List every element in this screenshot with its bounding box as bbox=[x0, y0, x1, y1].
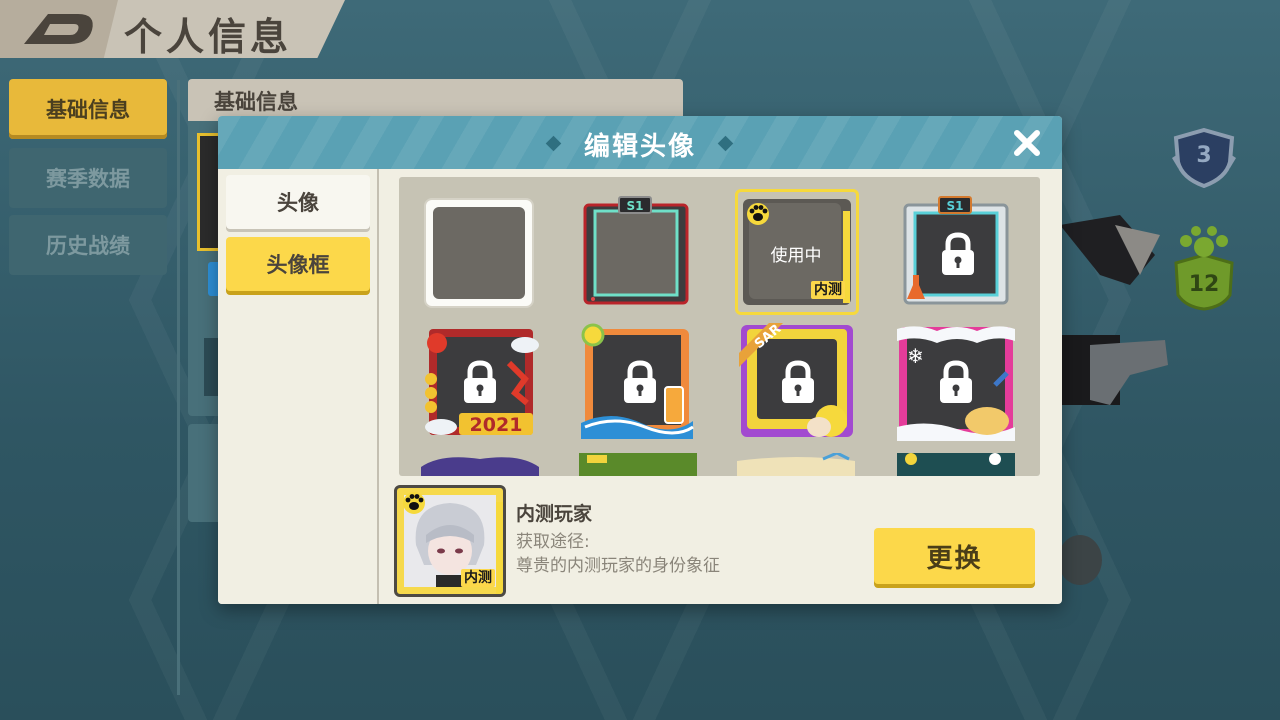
nav-basic-info[interactable]: 基础信息 bbox=[9, 79, 167, 139]
svg-text:S1: S1 bbox=[627, 199, 644, 213]
page-title: 个人信息 bbox=[124, 15, 293, 59]
paw-badge-icon bbox=[1174, 226, 1234, 311]
beige-frame-icon bbox=[737, 453, 855, 476]
frame-item-neice-selected[interactable]: 使用中 内测 bbox=[735, 189, 859, 315]
lock-icon bbox=[942, 232, 974, 275]
svg-text:❄: ❄ bbox=[907, 344, 924, 368]
frame-item-snow[interactable]: ❄ bbox=[897, 323, 1015, 441]
close-icon[interactable] bbox=[1012, 128, 1042, 158]
purple-frame-icon bbox=[421, 457, 539, 476]
lock-icon bbox=[782, 360, 814, 403]
frame-item-partial-green[interactable] bbox=[579, 453, 697, 476]
back-arrow-icon[interactable] bbox=[20, 8, 100, 50]
frame-item-sar[interactable]: SAR bbox=[739, 323, 857, 441]
frame-description: 尊贵的内测玩家的身份象征 bbox=[516, 556, 720, 576]
nav-label: 基础信息 bbox=[46, 98, 130, 122]
tab-label: 头像框 bbox=[266, 253, 330, 277]
frame-item-partial-teal[interactable] bbox=[897, 453, 1015, 476]
nav-season-data[interactable]: 赛季数据 bbox=[9, 148, 167, 208]
frame-grid[interactable]: S1 使用中 内测 S1 2021 SAR ❄ bbox=[399, 177, 1040, 476]
tab-avatar[interactable]: 头像 bbox=[226, 175, 370, 229]
paw-icon bbox=[403, 492, 425, 514]
in-use-label: 使用中 bbox=[770, 246, 822, 266]
lock-icon bbox=[940, 360, 972, 403]
frame-item-2021[interactable]: 2021 bbox=[421, 323, 539, 441]
frame-item-partial-purple[interactable] bbox=[421, 453, 539, 476]
neice-tag: 内测 bbox=[811, 281, 845, 299]
frame-item-s1-lab[interactable]: S1 bbox=[899, 195, 1017, 313]
frame-inner bbox=[433, 207, 525, 299]
frame-item-plain[interactable] bbox=[421, 195, 539, 313]
teal-frame-icon bbox=[897, 453, 1015, 476]
frame-item-s1-red[interactable]: S1 bbox=[581, 195, 699, 313]
frame-source-label: 获取途径: bbox=[516, 532, 590, 552]
frame-name: 内测玩家 bbox=[516, 503, 593, 525]
paw-number: 12 bbox=[1188, 272, 1220, 297]
neice-tag: 内测 bbox=[461, 569, 495, 587]
dialog-sidebar bbox=[218, 169, 378, 604]
replace-button[interactable]: 更换 bbox=[874, 528, 1035, 584]
s1-red-frame-icon: S1 bbox=[583, 196, 689, 305]
frame-preview: 内测 bbox=[394, 485, 506, 597]
svg-text:2021: 2021 bbox=[470, 414, 523, 436]
basic-info-panel-title: 基础信息 bbox=[214, 90, 298, 114]
lock-icon bbox=[464, 360, 496, 403]
nav-match-history[interactable]: 历史战绩 bbox=[9, 215, 167, 275]
nav-label: 赛季数据 bbox=[46, 167, 130, 191]
paw-icon bbox=[747, 203, 769, 225]
frame-item-partial-beige[interactable] bbox=[737, 453, 855, 476]
edit-avatar-dialog: 编辑头像 头像 头像框 S1 使用中 内测 S1 2021 SAR ❄ 内测 内… bbox=[218, 116, 1062, 604]
tab-avatar-frame[interactable]: 头像框 bbox=[226, 237, 370, 291]
rank-number: 3 bbox=[1196, 143, 1212, 168]
frame-item-summer[interactable] bbox=[581, 323, 699, 441]
character-model bbox=[1060, 215, 1168, 585]
lock-icon bbox=[624, 360, 656, 403]
green-frame-icon bbox=[579, 453, 697, 476]
dialog-title: 编辑头像 bbox=[583, 132, 696, 162]
tab-label: 头像 bbox=[277, 191, 319, 215]
svg-text:S1: S1 bbox=[947, 199, 964, 213]
nav-divider bbox=[177, 80, 180, 695]
sidebar-divider bbox=[377, 169, 379, 604]
preview-stripe bbox=[496, 502, 503, 594]
nav-label: 历史战绩 bbox=[46, 234, 130, 258]
